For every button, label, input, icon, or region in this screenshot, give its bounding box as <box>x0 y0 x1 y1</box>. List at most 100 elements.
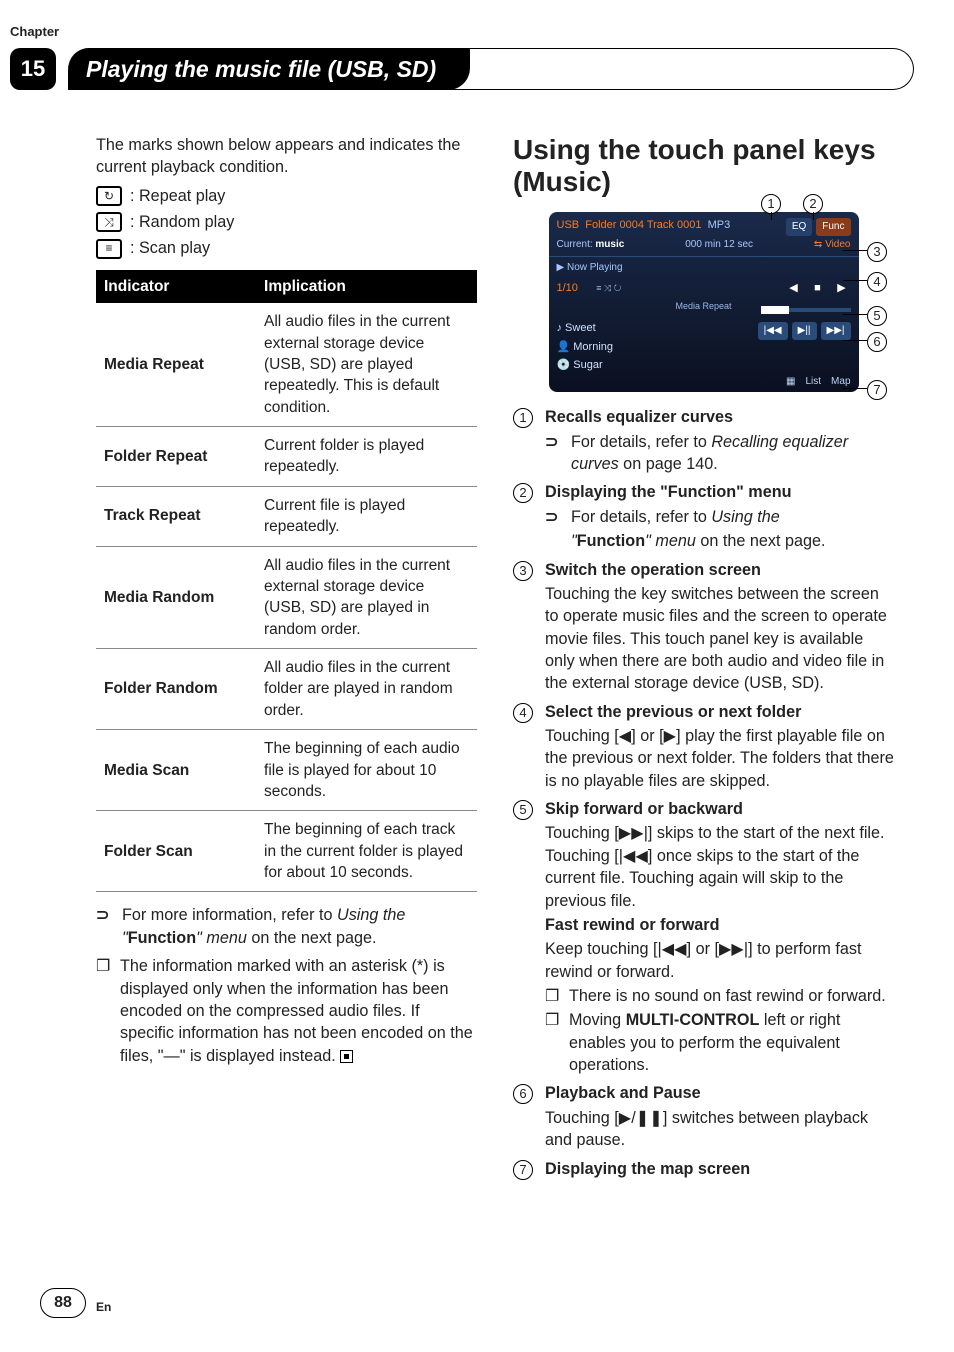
repeat-play-row: ↻ : Repeat play <box>96 185 477 207</box>
txt-italic: menu <box>202 929 247 947</box>
ss-current-label: Current: <box>557 239 593 250</box>
table-row: Media RandomAll audio files in the curre… <box>96 546 477 649</box>
device-screenshot: USB Folder 0004 Track 0001 MP3 EQFunc Cu… <box>549 212 859 392</box>
random-play-row: ⤨ : Random play <box>96 211 477 233</box>
cell-v: The beginning of each track in the curre… <box>256 811 477 892</box>
feature-para: Touching the key switches between the sc… <box>545 583 894 695</box>
square-bullet-icon: ❐ <box>545 985 561 1007</box>
num-6: 6 <box>513 1084 533 1104</box>
feature-title: Playback and Pause <box>545 1082 894 1104</box>
feature-sub-line2: "Function" menu on the next page. <box>545 530 894 552</box>
feature-title: Displaying the map screen <box>545 1158 894 1180</box>
txt: For details, refer to <box>571 433 711 451</box>
ss-time: 000 min 12 sec <box>685 238 753 252</box>
ss-eq-btn[interactable]: EQ <box>786 218 812 236</box>
feature-item: 1 Recalls equalizer curves ⊃ For details… <box>513 406 894 477</box>
feature-item: 7 Displaying the map screen <box>513 1158 894 1180</box>
ss-count: 1/10 <box>557 282 578 294</box>
language-code: En <box>96 1300 111 1314</box>
asterisk-text: The information marked with an asterisk … <box>120 955 477 1067</box>
chapter-title: Playing the music file (USB, SD) <box>68 56 436 83</box>
th-indicator: Indicator <box>96 270 256 303</box>
txt: on page 140. <box>619 455 718 473</box>
num-3: 3 <box>513 561 533 581</box>
txt: Moving MULTI-CONTROL left or right enabl… <box>569 1009 894 1076</box>
arrow-icon: ⊃ <box>545 431 563 476</box>
num-7: 7 <box>513 1160 533 1180</box>
table-row: Folder ScanThe beginning of each track i… <box>96 811 477 892</box>
ss-progress[interactable] <box>761 308 851 312</box>
feature-bullet: ❐ There is no sound on fast rewind or for… <box>545 985 894 1007</box>
ss-current-val: music <box>595 239 624 250</box>
table-row: Media ScanThe beginning of each audio fi… <box>96 730 477 811</box>
table-row: Track RepeatCurrent file is played repea… <box>96 486 477 546</box>
feature-title: Skip forward or backward <box>545 798 894 820</box>
cell-k: Folder Repeat <box>96 427 256 487</box>
feature-bullet: ❐ Moving MULTI-CONTROL left or right ena… <box>545 1009 894 1076</box>
feature-item: 2 Displaying the "Function" menu ⊃ For d… <box>513 481 894 554</box>
ss-usb: USB <box>557 219 580 231</box>
callout-5: 5 <box>867 306 887 326</box>
txt: Moving <box>569 1011 626 1029</box>
scan-icon: ≡ <box>96 239 122 259</box>
section-heading: Using the touch panel keys (Music) <box>513 134 894 198</box>
ss-skip-btns[interactable]: |◀◀▶||▶▶| <box>758 322 851 340</box>
txt: There is no sound on fast rewind or forw… <box>569 985 886 1007</box>
cell-k: Folder Random <box>96 649 256 730</box>
cell-v: All audio files in the current folder ar… <box>256 649 477 730</box>
feature-para: Touching [◀] or [▶] play the first playa… <box>545 725 894 792</box>
square-bullet-icon: ❐ <box>96 955 112 1067</box>
table-row: Media RepeatAll audio files in the curre… <box>96 303 477 426</box>
more-info-note: ⊃ For more information, refer to Using t… <box>96 904 477 949</box>
right-column: Using the touch panel keys (Music) USB F… <box>513 134 894 1272</box>
ss-track: 👤 Morning <box>557 340 851 355</box>
cell-v: All audio files in the current external … <box>256 303 477 426</box>
arrow-icon: ⊃ <box>96 904 114 949</box>
ss-map-btn[interactable]: Map <box>831 376 850 387</box>
random-label: : Random play <box>130 211 234 233</box>
txt: For details, refer to <box>571 508 711 526</box>
intro-text: The marks shown below appears and indica… <box>96 134 477 179</box>
feature-para: Keep touching [|◀◀] or [▶▶|] to perform … <box>545 938 894 983</box>
ss-list-btn[interactable]: List <box>805 376 821 387</box>
func-bold: Function <box>577 532 645 550</box>
callout-2: 2 <box>803 194 823 214</box>
ss-track: 💿 Sugar <box>557 358 851 373</box>
txt: on the next page. <box>696 532 826 550</box>
feature-sub: For details, refer to Recalling equalize… <box>571 431 894 476</box>
num-4: 4 <box>513 703 533 723</box>
cell-v: All audio files in the current external … <box>256 546 477 649</box>
scan-label: : Scan play <box>130 237 210 259</box>
table-row: Folder RandomAll audio files in the curr… <box>96 649 477 730</box>
chapter-label: Chapter <box>10 24 59 39</box>
ss-media-repeat: Media Repeat <box>675 300 731 312</box>
arrow-icon: ⊃ <box>545 506 563 528</box>
num-1: 1 <box>513 408 533 428</box>
feature-title: Recalls equalizer curves <box>545 406 894 428</box>
chapter-title-bar: Playing the music file (USB, SD) <box>68 48 914 90</box>
num-5: 5 <box>513 800 533 820</box>
cell-k: Track Repeat <box>96 486 256 546</box>
txt-italic: Using the <box>337 906 405 924</box>
feature-para: Touching [▶▶|] skips to the start of the… <box>545 822 894 911</box>
callout-6: 6 <box>867 332 887 352</box>
ss-func-btn[interactable]: Func <box>816 218 850 236</box>
chapter-number-badge: 15 <box>10 48 56 90</box>
indicator-table: Indicator Implication Media RepeatAll au… <box>96 270 477 893</box>
txt-italic: menu <box>651 532 696 550</box>
func-bold: Function <box>128 929 196 947</box>
txt-italic: Using the <box>711 508 779 526</box>
cell-k: Media Random <box>96 546 256 649</box>
ss-folder-track: Folder 0004 Track 0001 <box>585 219 701 231</box>
feature-item: 3 Switch the operation screen Touching t… <box>513 559 894 697</box>
num-2: 2 <box>513 483 533 503</box>
repeat-icon: ↻ <box>96 186 122 206</box>
txt: on the next page. <box>247 929 377 947</box>
th-implication: Implication <box>256 270 477 303</box>
txt-bold: MULTI-CONTROL <box>626 1011 760 1029</box>
left-column: The marks shown below appears and indica… <box>96 134 477 1272</box>
ss-transport-controls[interactable]: ◀■▶ <box>785 281 851 296</box>
cell-k: Media Scan <box>96 730 256 811</box>
feature-title: Select the previous or next folder <box>545 701 894 723</box>
square-bullet-icon: ❐ <box>545 1009 561 1076</box>
